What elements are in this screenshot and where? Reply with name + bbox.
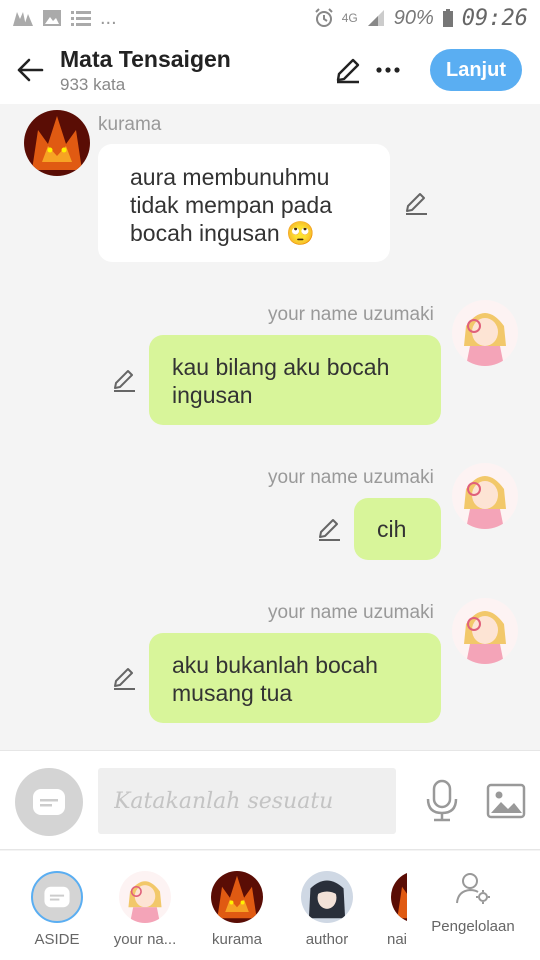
character-nai[interactable]: nai: [377, 871, 407, 948]
message-bubble[interactable]: kau bilang aku bocah ingusan: [149, 335, 441, 425]
message-text: tidak mempan pada: [130, 192, 333, 218]
character-label: author: [305, 931, 349, 948]
back-arrow-icon: [17, 58, 44, 82]
app-header: Mata Tensaigen 933 kata Lanjut: [0, 36, 540, 104]
character-label: your na...: [113, 931, 177, 948]
manage-label: Pengelolaan: [431, 918, 515, 935]
edit-title-button[interactable]: [328, 50, 368, 90]
back-button[interactable]: [0, 36, 60, 104]
nai-avatar: [391, 871, 407, 923]
microphone-icon[interactable]: [424, 779, 460, 823]
signal-icon: [367, 10, 384, 26]
next-button[interactable]: Lanjut: [430, 49, 522, 91]
character-author[interactable]: author: [287, 871, 367, 948]
status-bar: ... 4G 90% 09:26: [0, 0, 540, 36]
message-text: aku bukanlah bocah: [172, 652, 378, 678]
composer: [0, 750, 540, 850]
word-count: 933 kata: [60, 75, 126, 94]
manage-characters-button[interactable]: Pengelolaan: [428, 871, 518, 935]
character-uzumaki[interactable]: your na...: [105, 871, 185, 948]
more-dots-icon: [376, 67, 400, 73]
message-sender: your name uzumaki: [268, 467, 434, 488]
kurama-avatar: [211, 871, 263, 923]
aside-toggle-button[interactable]: [15, 768, 83, 836]
message-bubble[interactable]: aura membunuhmu tidak mempan pada bocah …: [98, 144, 390, 262]
aside-icon: [44, 886, 70, 908]
character-label: ASIDE: [34, 931, 80, 948]
character-label: kurama: [211, 931, 263, 948]
character-aside[interactable]: ASIDE: [17, 871, 97, 948]
story-title: Mata Tensaigen: [60, 46, 231, 72]
uzumaki-avatar[interactable]: [452, 598, 518, 664]
aside-icon: [33, 789, 65, 815]
message-sender: your name uzumaki: [268, 602, 434, 623]
message-text: ingusan: [172, 382, 253, 408]
message-text: musang tua: [172, 680, 293, 706]
message-bubble[interactable]: cih: [354, 498, 441, 560]
author-avatar: [301, 871, 353, 923]
kurama-avatar[interactable]: [24, 110, 90, 176]
clock: 09:26: [461, 5, 528, 31]
character-bar: ASIDE your na... kurama author nai Penge…: [0, 851, 540, 960]
message-bubble[interactable]: aku bukanlah bocah musang tua: [149, 633, 441, 723]
more-options-button[interactable]: [368, 50, 408, 90]
more-notifications: ...: [100, 6, 117, 29]
message-text: kau bilang aku bocah: [172, 354, 390, 380]
uzumaki-avatar[interactable]: [452, 463, 518, 529]
chat-area[interactable]: kurama aura membunuhmu tidak mempan pada…: [0, 104, 540, 750]
character-label: nai: [387, 931, 407, 948]
message-text: cih: [377, 516, 407, 542]
edit-message-icon[interactable]: [315, 515, 343, 543]
pencil-icon: [336, 58, 360, 84]
message-sender: kurama: [98, 114, 162, 135]
edit-message-icon[interactable]: [110, 664, 138, 692]
battery-percent: 90%: [393, 6, 434, 29]
network-type: 4G: [341, 11, 358, 25]
edit-message-icon[interactable]: [402, 189, 430, 217]
message-text: aura membunuhmu: [130, 164, 330, 190]
notification-icons: ...: [12, 7, 117, 30]
uzumaki-avatar: [119, 871, 171, 923]
alarm-icon: [315, 8, 333, 27]
person-settings-icon: [456, 873, 490, 904]
uzumaki-avatar[interactable]: [452, 300, 518, 366]
message-input[interactable]: [98, 768, 396, 834]
battery-icon: [442, 9, 453, 27]
message-sender: your name uzumaki: [268, 304, 434, 325]
aside-avatar: [31, 871, 83, 923]
image-icon[interactable]: [486, 783, 526, 819]
app-icon: [13, 12, 33, 26]
edit-message-icon[interactable]: [110, 366, 138, 394]
character-kurama[interactable]: kurama: [197, 871, 277, 948]
gallery-icon: [43, 10, 61, 26]
list-icon: [71, 11, 91, 26]
message-text: bocah ingusan 🙄: [130, 220, 315, 246]
